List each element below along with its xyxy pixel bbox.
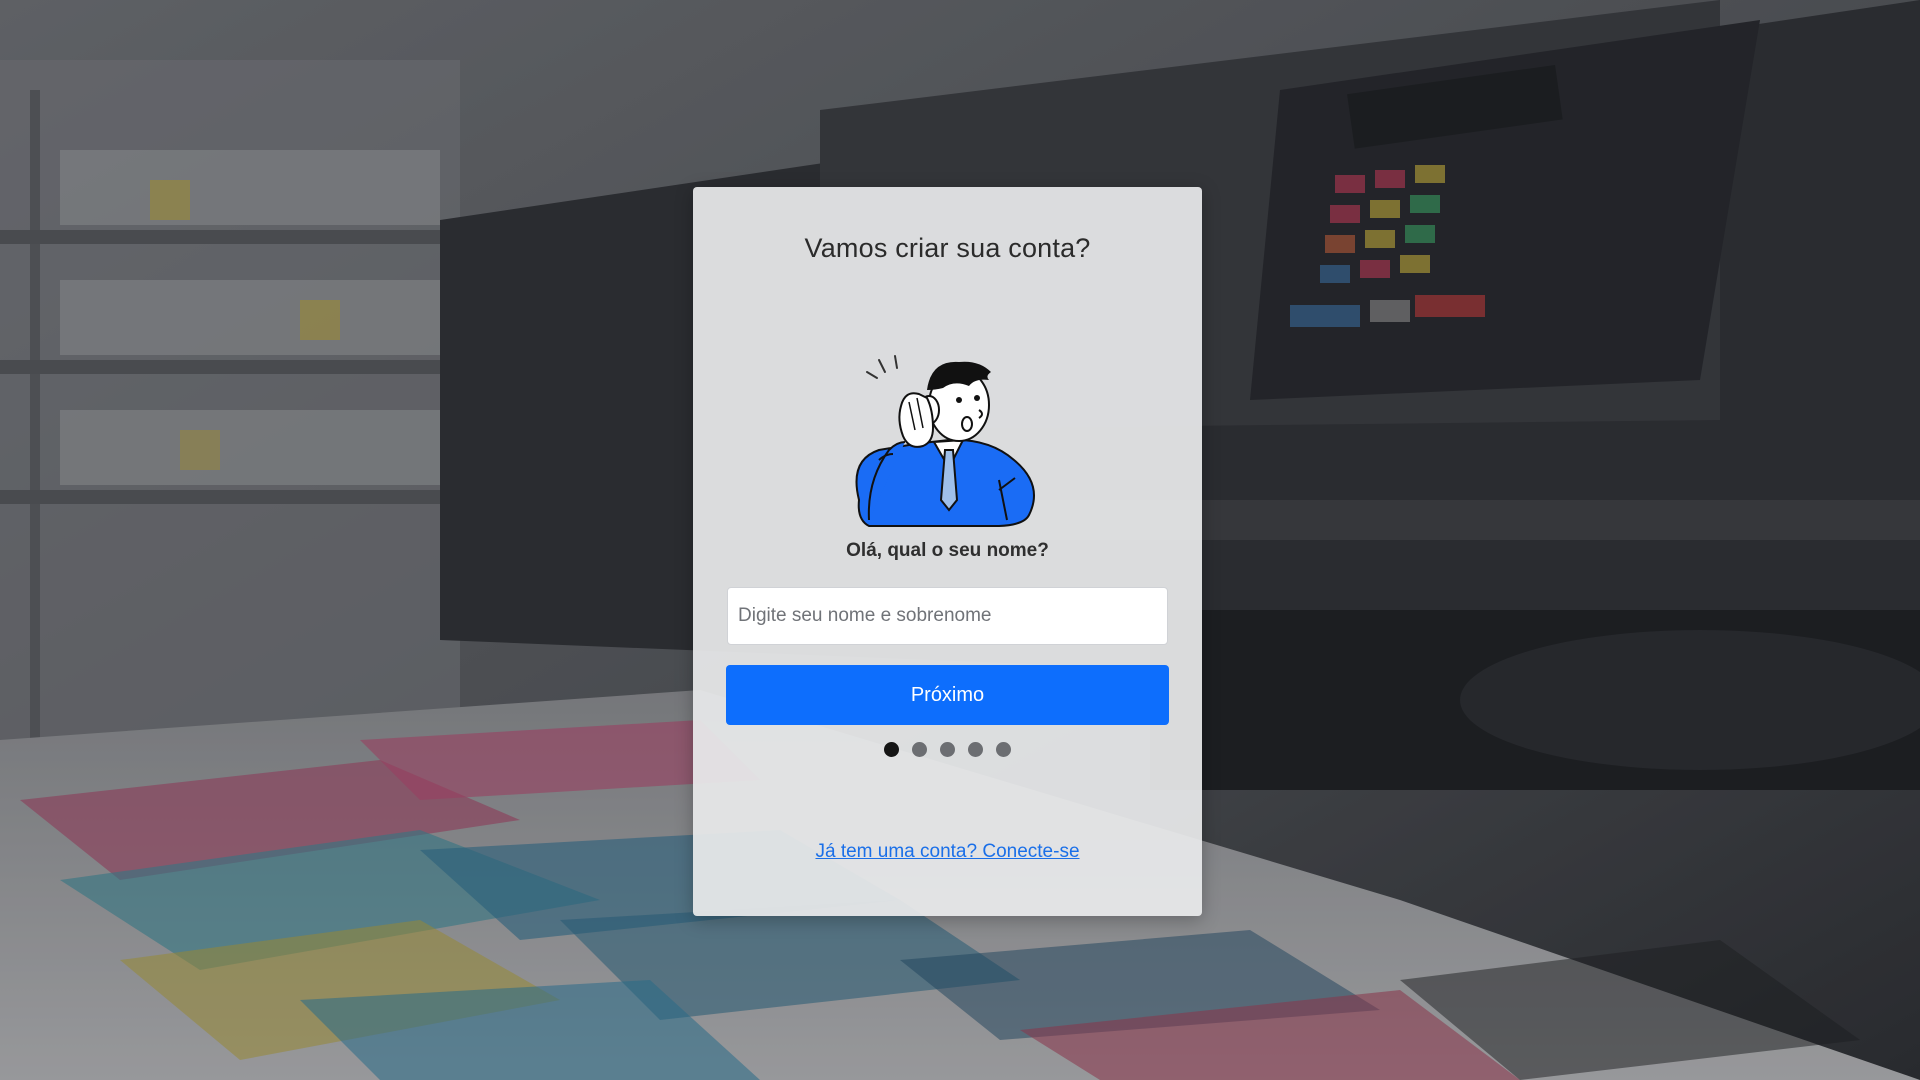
page-title: Vamos criar sua conta?: [804, 233, 1091, 263]
step-dot-3: [940, 742, 955, 757]
signup-card: Vamos criar sua conta? Olá, qual o seu n…: [693, 187, 1202, 916]
name-input[interactable]: [727, 587, 1168, 645]
login-link-container: Já tem uma conta? Conecte-se: [693, 841, 1202, 863]
man-listening-illustration-icon: [839, 350, 1051, 528]
step-dot-5: [996, 742, 1011, 757]
name-question-label: Olá, qual o seu nome?: [846, 540, 1049, 561]
step-dot-1: [884, 742, 899, 757]
step-dot-2: [912, 742, 927, 757]
login-link[interactable]: Já tem uma conta? Conecte-se: [815, 841, 1079, 862]
next-button[interactable]: Próximo: [726, 665, 1169, 725]
step-indicator: [693, 742, 1202, 757]
step-dot-4: [968, 742, 983, 757]
